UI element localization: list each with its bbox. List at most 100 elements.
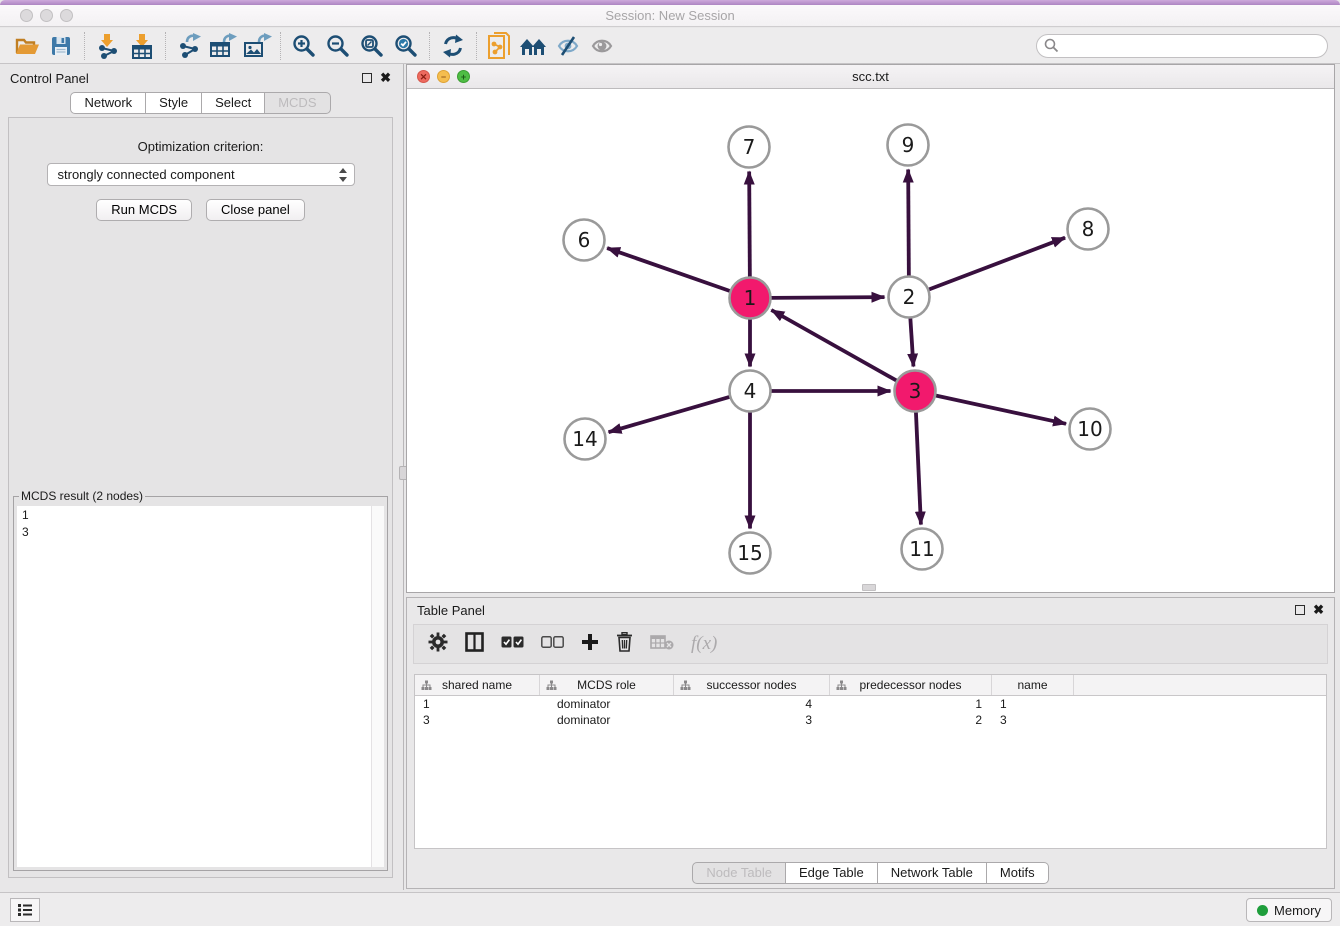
- column-header-predecessor-nodes[interactable]: predecessor nodes: [830, 675, 992, 695]
- task-history-button[interactable]: [10, 898, 40, 922]
- canvas-grip-icon[interactable]: [862, 584, 876, 591]
- float-table-panel-icon[interactable]: [1295, 605, 1305, 615]
- search-input[interactable]: [1059, 37, 1320, 54]
- mcds-result-text: 1 3: [17, 506, 371, 867]
- table-header-row: shared nameMCDS rolesuccessor nodesprede…: [415, 675, 1326, 696]
- import-table-icon[interactable]: [125, 30, 159, 62]
- export-network-icon[interactable]: [172, 30, 206, 62]
- graph-node-11[interactable]: 11: [902, 529, 943, 570]
- graph-node-4[interactable]: 4: [730, 371, 771, 412]
- graph-node-1[interactable]: 1: [730, 278, 771, 319]
- tab-mcds[interactable]: MCDS: [265, 92, 330, 114]
- edge-3-1[interactable]: [771, 310, 897, 381]
- refresh-icon[interactable]: [436, 30, 470, 62]
- edge-3-10[interactable]: [935, 395, 1066, 423]
- search-box[interactable]: [1036, 34, 1328, 58]
- zoom-in-icon[interactable]: [287, 30, 321, 62]
- deselect-checks-icon[interactable]: [541, 635, 564, 653]
- first-neighbors-icon[interactable]: [483, 30, 517, 62]
- zoom-out-icon[interactable]: [321, 30, 355, 62]
- zoom-selected-icon[interactable]: [389, 30, 423, 62]
- save-icon[interactable]: [44, 30, 78, 62]
- table-cell[interactable]: 1: [992, 696, 1074, 712]
- edge-2-3[interactable]: [910, 317, 913, 366]
- node-label: 2: [903, 285, 916, 309]
- table-cell[interactable]: 3: [415, 712, 540, 728]
- network-canvas[interactable]: 7 9 6 8 1 2 4 3 14 10 15 11: [407, 90, 1334, 592]
- columns-icon[interactable]: [465, 632, 484, 657]
- node-table[interactable]: shared nameMCDS rolesuccessor nodesprede…: [414, 674, 1327, 849]
- edge-3-11[interactable]: [916, 411, 921, 524]
- zoom-fit-icon[interactable]: [355, 30, 389, 62]
- graph-node-10[interactable]: 10: [1070, 409, 1111, 450]
- network-window-titlebar[interactable]: ✕ − + scc.txt: [407, 65, 1334, 89]
- table-cell[interactable]: 1: [830, 696, 992, 712]
- tab-network[interactable]: Network: [70, 92, 146, 114]
- close-panel-button[interactable]: Close panel: [206, 199, 305, 221]
- table-cell[interactable]: 2: [830, 712, 992, 728]
- table-cell[interactable]: 1: [415, 696, 540, 712]
- edge-1-2[interactable]: [770, 297, 884, 298]
- export-table-icon[interactable]: [206, 30, 240, 62]
- float-panel-icon[interactable]: [362, 73, 372, 83]
- graph-node-8[interactable]: 8: [1068, 209, 1109, 250]
- node-label: 3: [909, 379, 922, 403]
- export-image-icon[interactable]: [240, 30, 274, 62]
- edge-2-9[interactable]: [908, 169, 909, 276]
- import-network-icon[interactable]: [91, 30, 125, 62]
- tab-node-table[interactable]: Node Table: [692, 862, 786, 884]
- show-all-icon[interactable]: [585, 30, 619, 62]
- node-label: 8: [1082, 217, 1095, 241]
- table-row[interactable]: 1dominator411: [415, 696, 1326, 712]
- network-close-icon[interactable]: ✕: [417, 70, 430, 83]
- column-header-MCDS-role[interactable]: MCDS role: [540, 675, 674, 695]
- result-scrollbar[interactable]: [371, 506, 384, 867]
- table-cell[interactable]: 3: [992, 712, 1074, 728]
- network-maximize-icon[interactable]: +: [457, 70, 470, 83]
- tab-motifs[interactable]: Motifs: [987, 862, 1049, 884]
- run-mcds-button[interactable]: Run MCDS: [96, 199, 192, 221]
- gear-icon[interactable]: [428, 632, 448, 657]
- graph-node-3[interactable]: 3: [895, 371, 936, 412]
- edge-4-14[interactable]: [609, 397, 731, 432]
- table-cell[interactable]: 3: [674, 712, 830, 728]
- column-header-successor-nodes[interactable]: successor nodes: [674, 675, 830, 695]
- close-panel-icon[interactable]: ✖: [380, 73, 391, 83]
- table-toolbar: f(x): [413, 624, 1328, 664]
- network-view-window: ✕ − + scc.txt 7 9 6 8 1 2 4 3 14 10 15 11: [406, 64, 1335, 593]
- hide-selected-icon[interactable]: [551, 30, 585, 62]
- graph-node-7[interactable]: 7: [729, 127, 770, 168]
- table-cell[interactable]: dominator: [540, 712, 674, 728]
- open-folder-icon[interactable]: [10, 30, 44, 62]
- graph-node-2[interactable]: 2: [889, 277, 930, 318]
- add-column-icon[interactable]: [581, 633, 599, 656]
- network-minimize-icon[interactable]: −: [437, 70, 450, 83]
- toolbar-separator: [165, 32, 166, 60]
- edge-1-6[interactable]: [607, 248, 731, 291]
- tab-style[interactable]: Style: [146, 92, 202, 114]
- trash-icon[interactable]: [616, 632, 633, 657]
- sort-hierarchy-icon: [680, 680, 691, 691]
- edge-2-8[interactable]: [928, 238, 1065, 290]
- edge-1-7[interactable]: [749, 171, 750, 277]
- memory-button[interactable]: Memory: [1246, 898, 1332, 922]
- graph-node-15[interactable]: 15: [730, 533, 771, 574]
- column-header-shared-name[interactable]: shared name: [415, 675, 540, 695]
- graph-node-6[interactable]: 6: [564, 220, 605, 261]
- graph-node-9[interactable]: 9: [888, 125, 929, 166]
- criterion-select[interactable]: strongly connected component: [47, 163, 355, 186]
- tab-select[interactable]: Select: [202, 92, 265, 114]
- column-header-name[interactable]: name: [992, 675, 1074, 695]
- tab-network-table[interactable]: Network Table: [878, 862, 987, 884]
- select-all-checks-icon[interactable]: [501, 635, 524, 653]
- table-cell[interactable]: dominator: [540, 696, 674, 712]
- network-graph[interactable]: 7 9 6 8 1 2 4 3 14 10 15 11: [407, 90, 1334, 592]
- close-table-panel-icon[interactable]: ✖: [1313, 605, 1324, 615]
- node-label: 7: [743, 135, 756, 159]
- home-views-icon[interactable]: [517, 30, 551, 62]
- tab-edge-table[interactable]: Edge Table: [786, 862, 878, 884]
- table-cell[interactable]: 4: [674, 696, 830, 712]
- control-panel: Control Panel ✖ NetworkStyleSelectMCDS O…: [0, 64, 401, 890]
- table-row[interactable]: 3dominator323: [415, 712, 1326, 728]
- graph-node-14[interactable]: 14: [565, 419, 606, 460]
